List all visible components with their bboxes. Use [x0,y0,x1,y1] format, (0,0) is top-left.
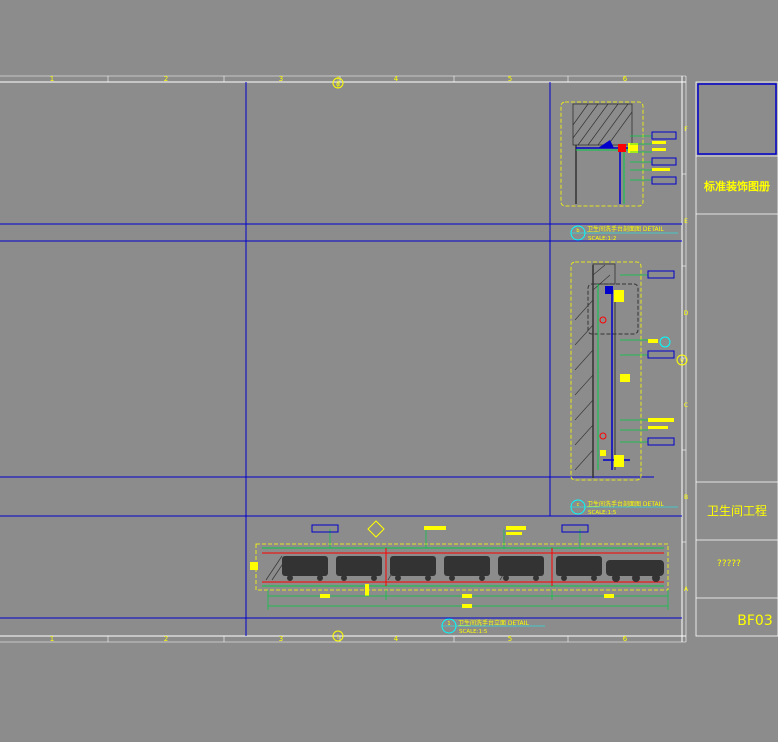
col-label-bottom-4: 4 [394,635,399,643]
tag-callout-icon [630,135,652,181]
detail-bottom-title: 卫生间洗手台立面 DETAIL [458,619,529,627]
detail-bottom-marker: 1 [447,621,450,627]
col-label-bottom-2: 2 [164,635,168,643]
col-label-bottom-1: 1 [50,635,54,643]
col-label-top-5: 5 [508,75,512,83]
detail-middle-scale: SCALE:1:5 [588,510,617,516]
hatch-pattern-icon [572,103,633,146]
detail-middle-right: c 卫生间洗手台剖面图 DETAIL SCALE:1:5 [570,261,678,516]
project-name: 卫生间工程 [707,503,767,518]
row-label-e: E [684,218,688,225]
logo-box [697,83,777,155]
col-label-bottom-6: 6 [623,635,628,643]
grid-marker-top: d [336,81,340,88]
col-label-bottom-5: 5 [508,635,512,643]
grid-marker-bottom: l [337,634,339,641]
cad-drawing-sheet: 1 2 3 4 5 6 1 2 3 4 5 6 F E D C B A d l … [0,75,778,643]
detail-middle-marker: c [577,502,580,508]
tag-callout-icon [329,529,581,548]
sheet-number: BF03 [737,613,772,629]
catalog-title: 标准装饰图册 [703,179,770,193]
drawing-title: ????? [717,559,741,569]
col-label-top-6: 6 [623,75,628,83]
row-label-d: D [684,310,689,317]
detail-top-scale: SCALE:1:2 [588,236,616,242]
col-label-top-3: 3 [279,75,283,83]
col-label-top-1: 1 [50,75,54,83]
detail-top-marker: b [576,228,579,234]
tag-callout-icon [620,274,648,443]
detail-top-title: 卫生间洗手台剖面图 DETAIL [587,225,664,233]
row-label-f: F [684,126,688,133]
fixture-silhouette-icon [282,556,664,582]
row-label-c: C [684,402,688,409]
col-label-top-2: 2 [164,75,168,83]
col-label-top-4: 4 [394,75,399,83]
row-label-b: B [684,494,688,501]
title-block [695,81,778,637]
row-labels: F E D C B A [684,126,689,593]
detail-top-right: b 卫生间洗手台剖面图 DETAIL SCALE:1:2 [560,101,678,242]
col-label-bottom-3: 3 [279,635,283,643]
row-label-a: A [684,586,689,593]
diamond-marker-icon [367,520,385,538]
detail-bottom-scale: SCALE:1:5 [459,629,488,635]
detail-middle-title: 卫生间洗手台剖面图 DETAIL [587,500,664,508]
